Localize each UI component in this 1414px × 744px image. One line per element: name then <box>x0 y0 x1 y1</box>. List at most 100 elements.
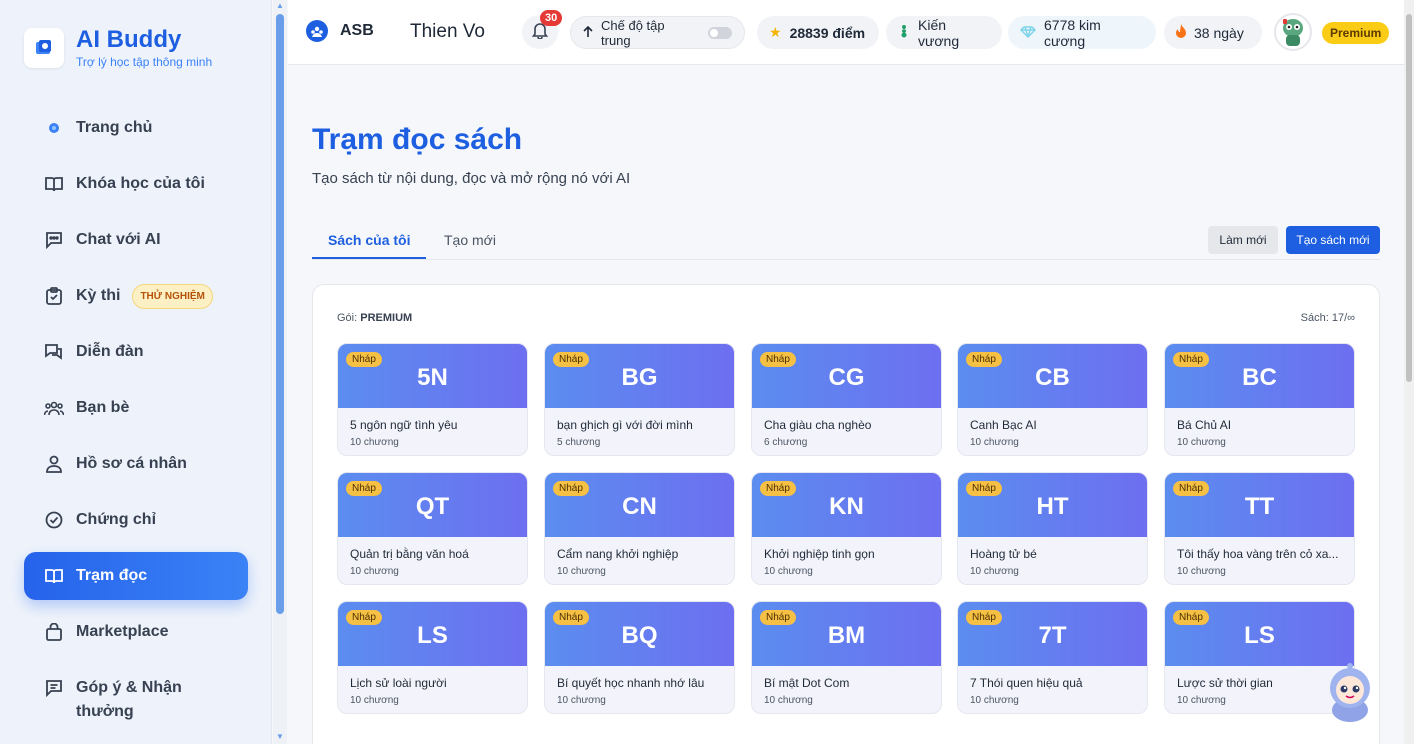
streak-pill[interactable]: 38 ngày <box>1164 16 1262 49</box>
avatar[interactable] <box>1274 13 1312 51</box>
book-card[interactable]: Nháp KN Khởi nghiệp tinh gọn 10 chương <box>751 472 942 585</box>
page-subtitle: Tạo sách từ nội dung, đọc và mở rộng nó … <box>312 170 631 187</box>
focus-mode-switch[interactable] <box>708 26 732 39</box>
sidebar-item-exam[interactable]: Kỳ thi THỬ NGHIỆM <box>24 272 248 320</box>
tab-create-new[interactable]: Tạo mới <box>428 226 512 259</box>
book-cover: Nháp QT <box>338 473 527 537</box>
book-card[interactable]: Nháp CN Cẩm nang khởi nghiệp 10 chương <box>544 472 735 585</box>
draft-badge: Nháp <box>553 481 589 496</box>
sidebar-item-forum[interactable]: Diễn đàn <box>24 328 248 376</box>
focus-mode-toggle[interactable]: Chế độ tập trung <box>570 16 745 49</box>
sidebar-item-home[interactable]: Trang chủ <box>24 104 248 152</box>
book-card[interactable]: Nháp BC Bá Chủ AI 10 chương <box>1164 343 1355 456</box>
bag-icon <box>44 622 64 642</box>
brand-title: AI Buddy <box>76 26 182 53</box>
book-chapters: 10 chương <box>350 566 399 577</box>
book-abbr: 5N <box>417 364 448 391</box>
assistant-mascot-button[interactable] <box>1322 660 1378 724</box>
sidebar-item-marketplace[interactable]: Marketplace <box>24 608 248 656</box>
sidebar-item-feedback[interactable]: Góp ý & Nhận thưởng <box>24 664 248 728</box>
book-cover: Nháp 5N <box>338 344 527 408</box>
points-pill[interactable]: ★ 28839 điểm <box>757 16 879 49</box>
feedback-icon <box>44 678 64 698</box>
book-chapters: 10 chương <box>970 437 1019 448</box>
book-abbr: BQ <box>621 622 658 649</box>
book-abbr: LS <box>417 622 448 649</box>
book-card[interactable]: Nháp CB Canh Bạc AI 10 chương <box>957 343 1148 456</box>
book-title: Khởi nghiệp tinh gọn <box>764 547 875 561</box>
notification-count-badge: 30 <box>540 10 563 26</box>
book-cover: Nháp BM <box>752 602 941 666</box>
draft-badge: Nháp <box>966 610 1002 625</box>
page-title: Trạm đọc sách <box>312 123 523 156</box>
sidebar-item-label: Trạm đọc <box>76 567 148 584</box>
book-cover: Nháp 7T <box>958 602 1147 666</box>
book-chapters: 10 chương <box>1177 695 1226 706</box>
book-chapters: 10 chương <box>970 695 1019 706</box>
book-chapters: 10 chương <box>350 437 399 448</box>
sidebar-item-profile[interactable]: Hồ sơ cá nhân <box>24 440 248 488</box>
page-scrollbar-thumb[interactable] <box>1406 14 1412 382</box>
book-card[interactable]: Nháp CG Cha giàu cha nghèo 6 chương <box>751 343 942 456</box>
draft-badge: Nháp <box>760 352 796 367</box>
book-open-icon <box>44 566 64 586</box>
page-scrollbar[interactable] <box>1404 0 1414 744</box>
book-card[interactable]: Nháp 5N 5 ngôn ngữ tình yêu 10 chương <box>337 343 528 456</box>
book-title: Canh Bạc AI <box>970 418 1037 432</box>
book-cover: Nháp BG <box>545 344 734 408</box>
sidebar-item-certificates[interactable]: Chứng chỉ <box>24 496 248 544</box>
sidebar-scrollbar-thumb[interactable] <box>276 14 284 614</box>
arrow-up-icon <box>583 25 593 41</box>
sidebar-item-label: Khóa học của tôi <box>76 175 205 192</box>
book-chapters: 5 chương <box>557 437 601 448</box>
book-card[interactable]: Nháp QT Quản trị bằng văn hoá 10 chương <box>337 472 528 585</box>
book-card[interactable]: Nháp BM Bí mật Dot Com 10 chương <box>751 601 942 714</box>
sidebar-item-chat-ai[interactable]: Chat với AI <box>24 216 248 264</box>
book-card[interactable]: Nháp BG bạn ghịch gì với đời mình 5 chương <box>544 343 735 456</box>
draft-badge: Nháp <box>1173 481 1209 496</box>
user-icon <box>44 454 64 474</box>
sidebar-scrollbar[interactable]: ▲ ▼ <box>273 0 287 744</box>
create-book-button[interactable]: Tạo sách mới <box>1286 226 1380 254</box>
draft-badge: Nháp <box>553 610 589 625</box>
book-chapters: 10 chương <box>764 566 813 577</box>
scroll-up-icon[interactable]: ▲ <box>275 2 285 10</box>
draft-badge: Nháp <box>346 352 382 367</box>
book-title: 5 ngôn ngữ tình yêu <box>350 418 458 432</box>
book-card[interactable]: Nháp HT Hoàng tử bé 10 chương <box>957 472 1148 585</box>
book-cover: Nháp CG <box>752 344 941 408</box>
plan-info: Gói: PREMIUM <box>337 312 412 324</box>
book-chapters: 10 chương <box>350 695 399 706</box>
sidebar-item-label: Kỳ thi <box>76 287 121 304</box>
diamonds-pill[interactable]: 6778 kim cương <box>1008 16 1156 49</box>
sidebar-item-reading-station[interactable]: Trạm đọc <box>24 552 248 600</box>
rank-pill[interactable]: Kiến vương <box>886 16 1002 49</box>
sidebar-item-friends[interactable]: Bạn bè <box>24 384 248 432</box>
book-title: Bá Chủ AI <box>1177 418 1232 432</box>
sidebar-item-my-courses[interactable]: Khóa học của tôi <box>24 160 248 208</box>
star-icon: ★ <box>769 24 782 40</box>
book-chapters: 10 chương <box>1177 566 1226 577</box>
tab-my-books[interactable]: Sách của tôi <box>312 226 427 259</box>
book-cover: Nháp TT <box>1165 473 1354 537</box>
users-icon <box>44 398 64 418</box>
book-title: Cẩm nang khởi nghiệp <box>557 547 679 561</box>
sidebar-item-label: Diễn đàn <box>76 343 144 360</box>
plan-value: PREMIUM <box>360 312 413 324</box>
scroll-down-icon[interactable]: ▼ <box>275 733 285 741</box>
book-chapters: 6 chương <box>764 437 808 448</box>
book-title: Bí mật Dot Com <box>764 676 850 690</box>
home-icon <box>44 118 64 138</box>
book-card[interactable]: Nháp BQ Bí quyết học nhanh nhớ lâu 10 chươn… <box>544 601 735 714</box>
flame-icon <box>1176 24 1186 41</box>
book-chapters: 10 chương <box>764 695 813 706</box>
book-card[interactable]: Nháp TT Tôi thấy hoa vàng trên cỏ xa... 10 … <box>1164 472 1355 585</box>
book-card[interactable]: Nháp LS Lịch sử loài người 10 chương <box>337 601 528 714</box>
book-cover: Nháp BQ <box>545 602 734 666</box>
book-card[interactable]: Nháp 7T 7 Thói quen hiệu quả 10 chương <box>957 601 1148 714</box>
user-name: Thien Vo <box>410 21 485 42</box>
org-selector[interactable]: ASB <box>306 20 374 42</box>
brand[interactable]: AI Buddy Trợ lý học tập thông minh <box>24 26 212 69</box>
refresh-button[interactable]: Làm mới <box>1208 226 1278 254</box>
book-chapters: 10 chương <box>970 566 1019 577</box>
